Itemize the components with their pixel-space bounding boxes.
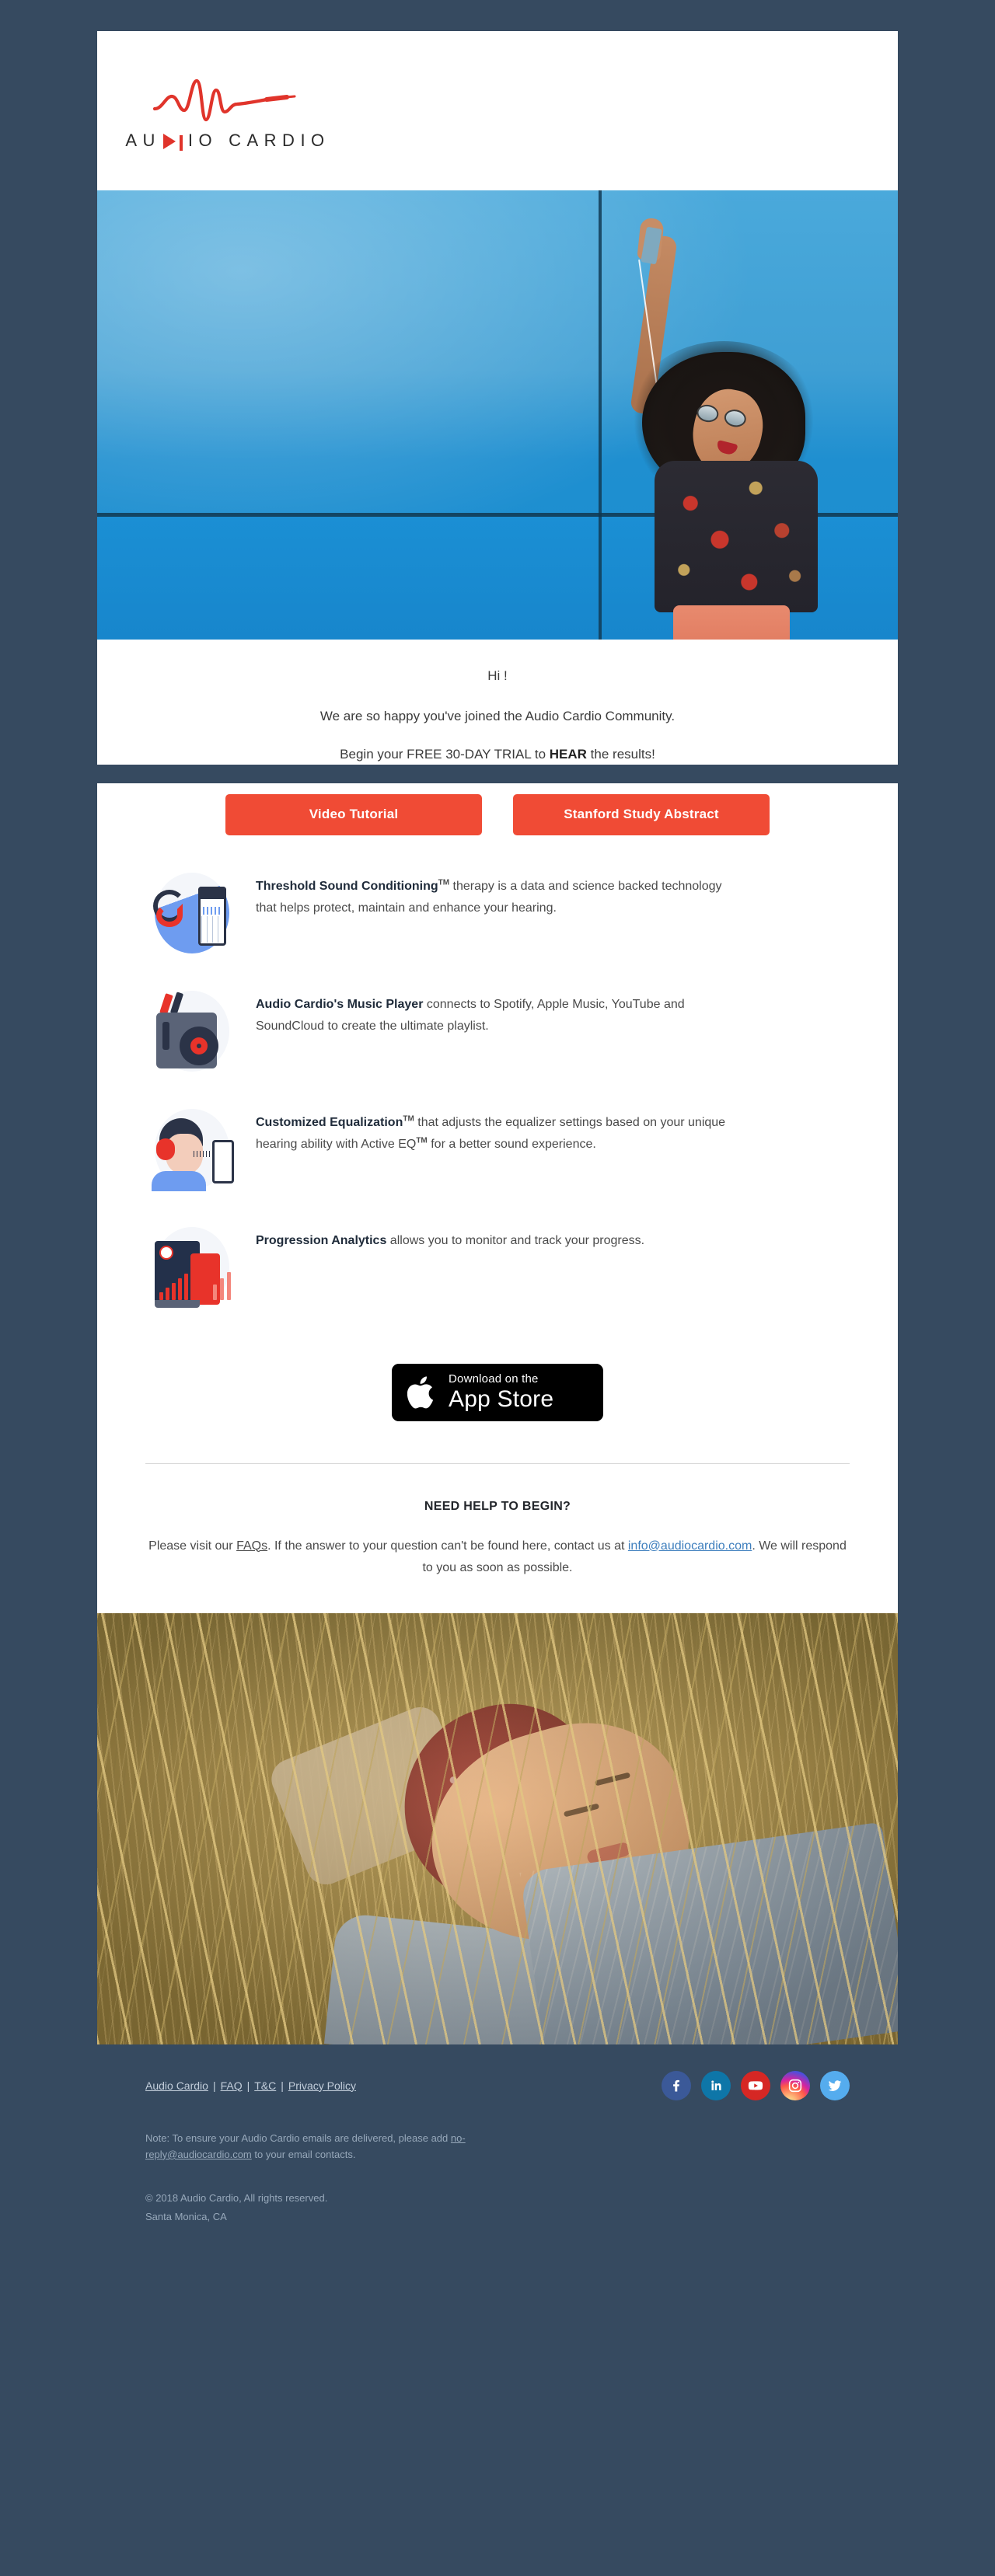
support-email-link[interactable]: info@audiocardio.com [628, 1539, 752, 1553]
feature-title: Customized Equalization [256, 1115, 403, 1129]
feature-trademark-2: TM [416, 1136, 428, 1145]
help-heading: NEED HELP TO BEGIN? [424, 1499, 571, 1513]
email-body: AU IO CARDIO Hi ! We are so happy you've… [97, 31, 898, 2044]
footer-top-row: Audio Cardio | FAQ | T&C | Privacy Policy [145, 2070, 850, 2100]
feature-text: Audio Cardio's Music Player connects to … [256, 988, 738, 1037]
footer-links: Audio Cardio | FAQ | T&C | Privacy Policy [145, 2079, 356, 2092]
footer-separator: | [212, 2079, 216, 2092]
trial-text-post: the results! [586, 747, 655, 762]
footer-separator: | [246, 2079, 250, 2092]
feature-text: Threshold Sound ConditioningTM therapy i… [256, 870, 738, 919]
instagram-icon[interactable] [780, 2070, 810, 2100]
copyright-block: © 2018 Audio Cardio, All rights reserved… [145, 2189, 850, 2226]
footer-wrap: Audio Cardio | FAQ | T&C | Privacy Policy [97, 2044, 898, 2273]
note-pre: Note: To ensure your Audio Cardio emails… [145, 2132, 451, 2144]
grass-foreground [97, 1612, 898, 2044]
brand-part-3: CARDIO [229, 130, 330, 150]
footer-link-faq[interactable]: FAQ [221, 2079, 243, 2092]
person-headphones-phone-icon [145, 1106, 239, 1193]
feature-title: Progression Analytics [256, 1233, 387, 1247]
hero-figure [490, 204, 824, 640]
twitter-icon[interactable] [820, 2070, 850, 2100]
apple-logo-icon [407, 1374, 438, 1411]
email-header: AU IO CARDIO [97, 31, 898, 190]
play-triangle-icon [162, 133, 176, 149]
audio-cardio-waveform-icon [152, 78, 296, 121]
figure-floral-top [655, 461, 818, 612]
linkedin-icon[interactable] [701, 2070, 731, 2100]
hero-image [97, 190, 898, 640]
app-store-line-1: Download on the [449, 1372, 539, 1386]
feature-item: Audio Cardio's Music Player connects to … [145, 988, 850, 1075]
deliverability-note: Note: To ensure your Audio Cardio emails… [145, 2130, 472, 2163]
app-store-badge[interactable]: Download on the App Store [392, 1363, 603, 1421]
trial-text-hear: HEAR [549, 747, 587, 762]
help-section: NEED HELP TO BEGIN? Please visit our FAQ… [97, 1463, 898, 1613]
help-text-pre: Please visit our [148, 1539, 237, 1553]
footer-link-privacy-policy[interactable]: Privacy Policy [288, 2079, 356, 2092]
stanford-study-button[interactable]: Stanford Study Abstract [513, 793, 770, 835]
feature-body: allows you to monitor and track your pro… [386, 1233, 645, 1247]
feature-title: Threshold Sound Conditioning [256, 879, 438, 893]
greeting-text: Hi ! [487, 668, 508, 683]
company-city: Santa Monica, CA [145, 2210, 227, 2222]
feature-trademark: TM [438, 878, 450, 887]
brand-part-1: AU [125, 130, 161, 150]
analytics-chart-icon [145, 1224, 239, 1311]
feature-trademark: TM [403, 1114, 414, 1124]
app-store-row: Download on the App Store [97, 1349, 898, 1463]
feature-item: Progression Analytics allows you to moni… [145, 1224, 850, 1311]
feature-text: Progression Analytics allows you to moni… [256, 1224, 644, 1252]
feature-title: Audio Cardio's Music Player [256, 997, 424, 1011]
help-text: Please visit our FAQs. If the answer to … [145, 1535, 850, 1579]
email-page: AU IO CARDIO Hi ! We are so happy you've… [0, 0, 995, 2576]
feature-text: Customized EqualizationTM that adjusts t… [256, 1106, 738, 1156]
footer-link-audio-cardio[interactable]: Audio Cardio [145, 2079, 208, 2092]
note-post: to your email contacts. [251, 2148, 356, 2160]
lifestyle-photo [97, 1612, 898, 2044]
brand-wordmark: AU IO CARDIO [119, 131, 337, 151]
intro-section: Hi ! We are so happy you've joined the A… [97, 640, 898, 765]
trial-text-pre: Begin your FREE 30-DAY TRIAL to [340, 747, 550, 762]
features-list: Threshold Sound ConditioningTM therapy i… [97, 835, 898, 1350]
faq-link[interactable]: FAQs [236, 1539, 267, 1553]
trial-text: Begin your FREE 30-DAY TRIAL to HEAR the… [144, 744, 851, 765]
app-store-labels: Download on the App Store [449, 1373, 553, 1411]
figure-skirt [673, 605, 790, 640]
cta-button-row: Video Tutorial Stanford Study Abstract [97, 783, 898, 835]
youtube-icon[interactable] [741, 2070, 770, 2100]
brand-part-2: IO [187, 130, 218, 150]
email-footer: Audio Cardio | FAQ | T&C | Privacy Policy [97, 2044, 898, 2273]
footer-separator: | [281, 2079, 284, 2092]
copyright-text: © 2018 Audio Cardio, All rights reserved… [145, 2192, 328, 2205]
app-store-line-2: App Store [449, 1386, 554, 1412]
record-player-icon [145, 988, 239, 1075]
brand-logo[interactable]: AU IO CARDIO [119, 71, 337, 151]
social-links [662, 2070, 850, 2100]
top-spacer [0, 0, 995, 31]
footer-link-tc[interactable]: T&C [254, 2079, 276, 2092]
welcome-text: We are so happy you've joined the Audio … [319, 708, 676, 723]
feature-item: Threshold Sound ConditioningTM therapy i… [145, 870, 850, 957]
video-tutorial-button[interactable]: Video Tutorial [225, 793, 482, 835]
feature-item: Customized EqualizationTM that adjusts t… [145, 1106, 850, 1193]
headphones-phone-icon [145, 870, 239, 957]
feature-body-2: for a better sound experience. [427, 1137, 596, 1151]
facebook-icon[interactable] [662, 2070, 691, 2100]
logo-bar-icon [179, 134, 183, 151]
help-text-mid: . If the answer to your question can't b… [267, 1539, 628, 1553]
